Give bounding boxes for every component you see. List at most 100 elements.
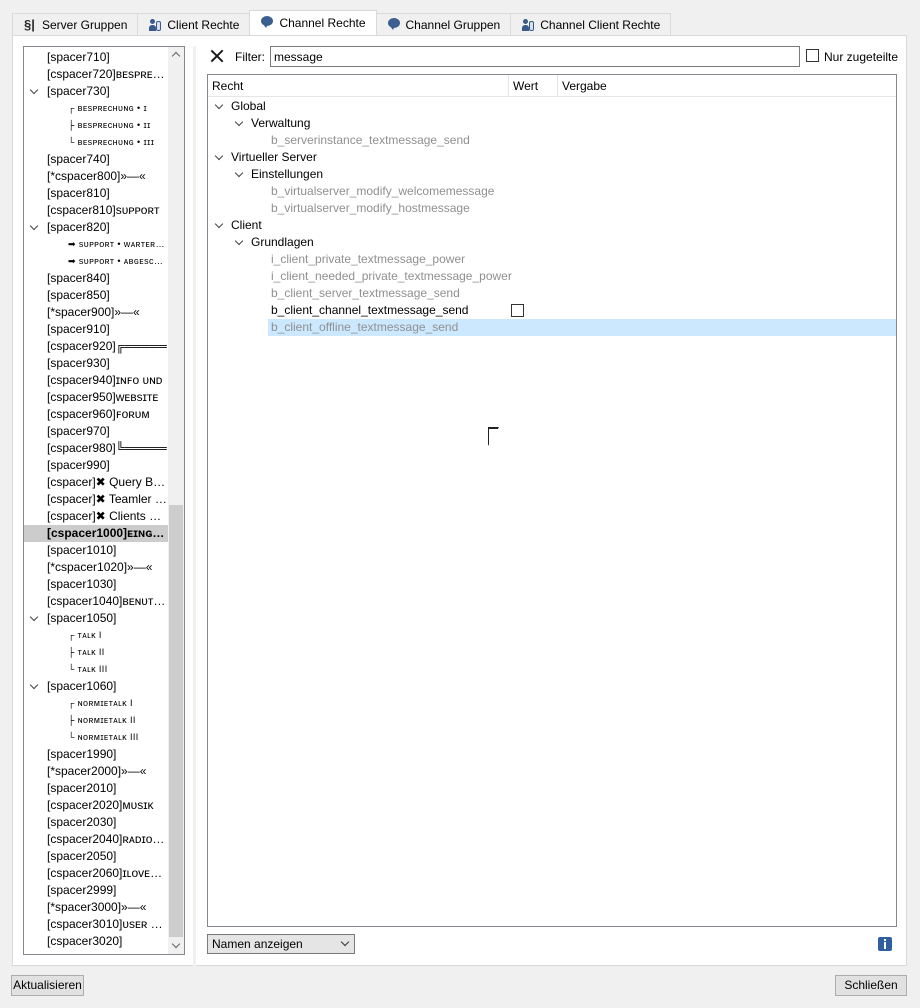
channel-tree-item[interactable]: [spacer810] [24,185,168,202]
expand-chevron-icon[interactable] [214,217,224,234]
channel-tree-item[interactable]: └ ɴᴏʀᴍɪᴇᴛᴀʟᴋ III [24,729,168,746]
column-header-recht[interactable]: Recht [208,75,509,97]
expand-chevron-icon[interactable] [234,234,244,251]
expand-chevron-icon[interactable] [29,83,39,100]
permission-group-row[interactable]: Global [208,98,896,115]
channel-tree-item[interactable]: [cspacer3020] [24,933,168,950]
channel-tree-item[interactable]: ├ ʙᴇsᴘʀᴇᴄʜᴜɴɢ • ɪɪ [24,117,168,134]
expand-chevron-icon[interactable] [234,166,244,183]
channel-tree-item[interactable]: [spacer930] [24,355,168,372]
permission-group-row[interactable]: Client [208,217,896,234]
expand-chevron-icon[interactable] [29,219,39,236]
permission-row[interactable]: b_virtualserver_modify_hostmessage [208,200,896,217]
permission-value-checkbox[interactable] [511,304,524,317]
channel-tree-item[interactable]: [cspacer1000]ᴇɪɴɢᴀɴɢ [24,525,168,542]
channel-tree-item[interactable]: [cspacer2020]ᴍᴜsɪᴋ [24,797,168,814]
channel-tree-item[interactable]: ➡ sᴜᴘᴘᴏʀᴛ • ᴀʙɢᴇsᴄʜʟᴏssᴇɴ [24,253,168,270]
channel-tree-item[interactable]: [spacer990] [24,457,168,474]
channel-tree-item[interactable]: [spacer1010] [24,542,168,559]
tab-client-rechte[interactable]: Client Rechte [137,13,251,35]
channel-tree-item[interactable]: [cspacer]✖ Query Bots [24,474,168,491]
scroll-down-icon[interactable] [168,938,184,954]
channel-tree-item[interactable]: [cspacer2060]ɪʟᴏᴠᴇʀᴀᴅɪᴏ [24,865,168,882]
channel-tree-item[interactable]: [spacer710] [24,49,168,66]
channel-tree-item[interactable]: [spacer1060] [24,678,168,695]
expand-chevron-icon[interactable] [214,149,224,166]
info-icon[interactable] [878,937,892,951]
permission-group-row[interactable]: Virtueller Server [208,149,896,166]
channel-tree-item[interactable]: [cspacer720]ʙᴇsᴘʀᴇᴄʜᴜɴɢ [24,66,168,83]
scrollbar-thumb[interactable] [169,505,183,937]
panel-splitter[interactable] [193,46,196,966]
expand-chevron-icon[interactable] [29,610,39,627]
channel-tree-item[interactable]: [cspacer950]ᴡᴇʙsɪᴛᴇ [24,389,168,406]
scroll-up-icon[interactable] [168,47,184,63]
channel-tree-item[interactable]: [cspacer940]ɪɴꜰᴏ ᴜɴᴅ [24,372,168,389]
expand-chevron-icon[interactable] [29,678,39,695]
tab-channel-rechte[interactable]: Channel Rechte [249,10,377,35]
permission-row[interactable]: b_client_server_textmessage_send [208,285,896,302]
channel-tree-item[interactable]: ├ ɴᴏʀᴍɪᴇᴛᴀʟᴋ II [24,712,168,729]
channel-tree-item[interactable]: [cspacer1040]ʙᴇɴᴜᴛᴢᴇʀ [24,593,168,610]
clear-filter-icon[interactable] [210,49,224,63]
channel-tree-item[interactable]: [spacer820] [24,219,168,236]
channel-tree-item[interactable]: ┌ ɴᴏʀᴍɪᴇᴛᴀʟᴋ I [24,695,168,712]
tab-channel-client-rechte[interactable]: Channel Client Rechte [510,13,672,35]
channel-tree-item[interactable]: [spacer840] [24,270,168,287]
permission-group-row[interactable]: Verwaltung [208,115,896,132]
permission-row[interactable]: i_client_private_textmessage_power [208,251,896,268]
channel-tree-item[interactable]: ┌ ᴛᴀʟᴋ I [24,627,168,644]
channel-tree-item[interactable]: [spacer910] [24,321,168,338]
channel-tree-item[interactable]: [spacer850] [24,287,168,304]
permission-group-row[interactable]: Grundlagen [208,234,896,251]
channel-tree-scrollbar[interactable] [168,47,184,954]
tab-channel-gruppen[interactable]: Channel Gruppen [375,13,512,35]
permission-group-row[interactable]: Einstellungen [208,166,896,183]
channel-tree-item[interactable]: └ ᴛᴀʟᴋ III [24,661,168,678]
channel-tree-item[interactable]: [spacer2999] [24,882,168,899]
expand-chevron-icon[interactable] [234,115,244,132]
permission-row[interactable]: b_serverinstance_textmessage_send [208,132,896,149]
channel-tree-item[interactable]: [cspacer980]╚═════ [24,440,168,457]
expand-chevron-icon[interactable] [214,98,224,115]
channel-tree-item[interactable]: [*spacer900]»—« [24,304,168,321]
column-header-wert[interactable]: Wert [509,75,558,97]
channel-tree-item[interactable]: [cspacer3010]ᴜsᴇʀ ᴄᴏᴜɴᴛ [24,916,168,933]
channel-tree-item[interactable]: ➡ sᴜᴘᴘᴏʀᴛ • ᴡᴀʀᴛᴇʀᴀᴜᴍ [24,236,168,253]
refresh-button[interactable]: Aktualisieren [11,975,84,996]
channel-tree-item[interactable]: [cspacer920]╔═════ [24,338,168,355]
channel-tree-item[interactable]: [spacer1030] [24,576,168,593]
channel-tree[interactable]: [spacer710] [cspacer720]ʙᴇsᴘʀᴇᴄʜᴜɴɢ [space… [23,46,185,955]
channel-tree-item[interactable]: ├ ᴛᴀʟᴋ II [24,644,168,661]
permissions-grid[interactable]: Recht Wert Vergabe Global Verwaltung b_ser… [207,74,897,927]
channel-tree-item[interactable]: [cspacer]✖ Clients Bots [24,508,168,525]
only-assigned-checkbox[interactable] [806,49,819,62]
channel-tree-item[interactable]: [cspacer810]sᴜᴘᴘᴏʀᴛ [24,202,168,219]
channel-tree-item[interactable]: [cspacer2040]ʀᴀᴅɪᴏ ʙᴏᴛs [24,831,168,848]
column-header-vergabe[interactable]: Vergabe [558,75,858,97]
channel-tree-item[interactable]: [*cspacer1020]»—« [24,559,168,576]
filter-input[interactable] [270,46,800,67]
permission-row[interactable]: b_virtualserver_modify_welcomemessage [208,183,896,200]
channel-tree-item[interactable]: [spacer2010] [24,780,168,797]
channel-tree-item[interactable]: [spacer2050] [24,848,168,865]
display-mode-select[interactable]: Namen anzeigen [207,934,355,954]
channel-tree-item[interactable]: [*cspacer800]»—« [24,168,168,185]
permission-row[interactable]: b_client_offline_textmessage_send [208,319,896,336]
permission-row[interactable]: b_client_channel_textmessage_send [208,302,896,319]
channel-tree-item[interactable]: [*spacer2000]»—« [24,763,168,780]
channel-tree-item[interactable]: [cspacer]✖ Teamler Bots [24,491,168,508]
channel-tree-item[interactable]: [cspacer960]ꜰᴏʀᴜᴍ [24,406,168,423]
channel-tree-item[interactable]: [spacer1990] [24,746,168,763]
channel-tree-item[interactable]: [spacer740] [24,151,168,168]
channel-tree-item[interactable]: [spacer970] [24,423,168,440]
channel-tree-item[interactable]: └ ʙᴇsᴘʀᴇᴄʜᴜɴɢ • ɪɪɪ [24,134,168,151]
channel-tree-item[interactable]: [spacer1050] [24,610,168,627]
channel-tree-item[interactable]: [spacer2030] [24,814,168,831]
channel-tree-item[interactable]: ┌ ʙᴇsᴘʀᴇᴄʜᴜɴɢ • ɪ [24,100,168,117]
close-button[interactable]: Schließen [835,975,907,996]
permission-row[interactable]: i_client_needed_private_textmessage_powe… [208,268,896,285]
channel-tree-item[interactable]: [*spacer3000]»—« [24,899,168,916]
tab-server-gruppen[interactable]: §| Server Gruppen [12,13,139,35]
channel-tree-item[interactable]: [spacer730] [24,83,168,100]
